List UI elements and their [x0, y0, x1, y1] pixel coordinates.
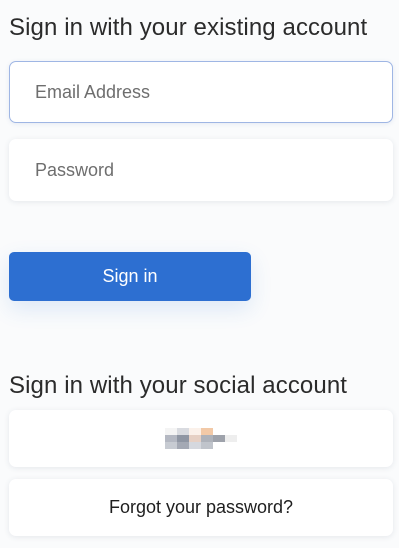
password-field-container — [9, 139, 393, 201]
social-account-heading: Sign in with your social account — [9, 372, 348, 399]
email-field-container — [9, 61, 393, 123]
forgot-password-button[interactable]: Forgot your password? — [9, 479, 393, 536]
social-provider-button[interactable] — [9, 410, 393, 467]
email-field[interactable] — [10, 62, 392, 122]
social-provider-logo-icon — [165, 427, 237, 450]
sign-in-button[interactable]: Sign in — [9, 252, 251, 301]
password-field[interactable] — [10, 140, 392, 200]
existing-account-heading: Sign in with your existing account — [9, 14, 368, 41]
forgot-password-label: Forgot your password? — [108, 497, 294, 517]
